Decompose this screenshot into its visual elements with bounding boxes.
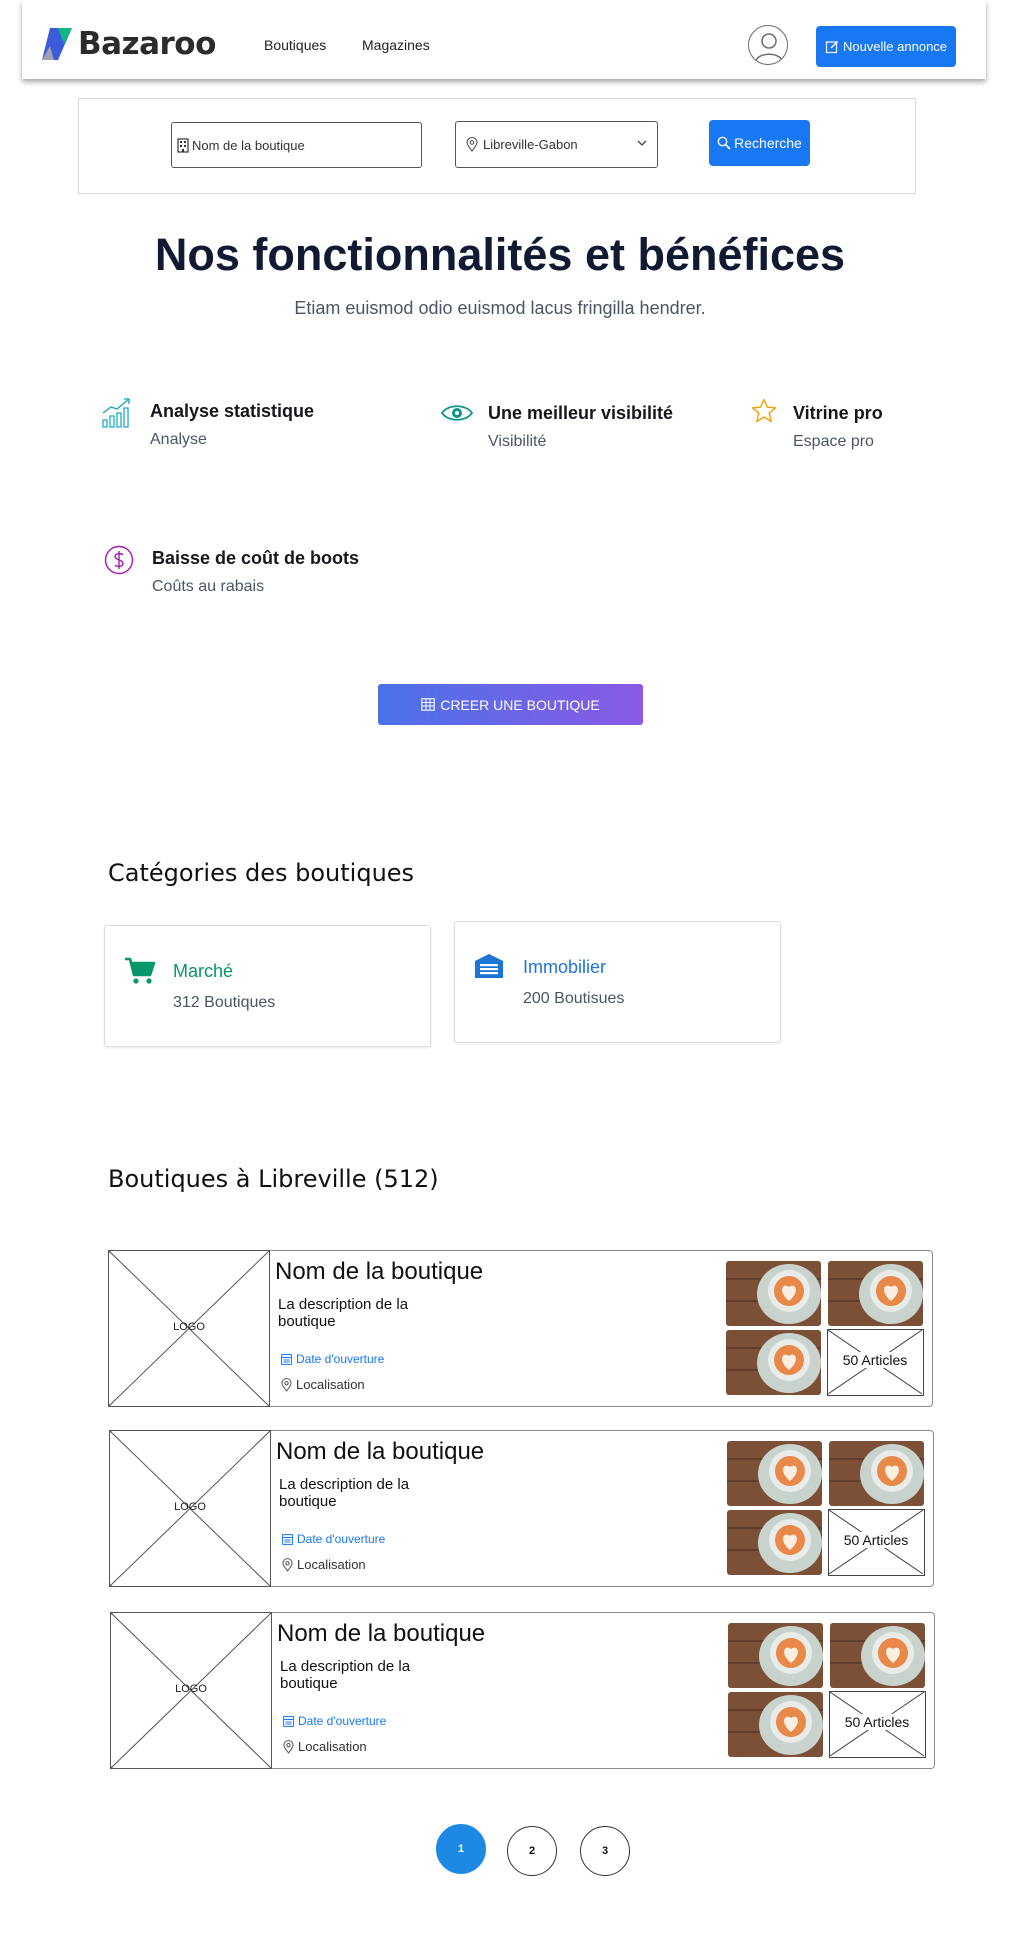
nav-magazines[interactable]: Magazines [362,37,430,53]
create-shop-button[interactable]: CREER UNE BOUTIQUE [378,684,643,725]
category-card-real-estate[interactable]: Immobilier 200 Boutisues [454,921,781,1043]
shop-location-label: Localisation [296,1377,365,1392]
shop-location: Localisation [282,1557,366,1572]
feature-desc: Coûts au rabais [152,578,265,595]
page-button-3[interactable]: 3 [580,1826,630,1876]
feature-title: Vitrine pro [793,403,883,423]
chevron-down-icon [637,140,647,146]
features-subtitle: Etiam euismod odio euismod lacus fringil… [294,298,706,318]
page-button-2[interactable]: 2 [507,1826,557,1876]
search-icon [717,136,731,150]
logo-label: LOGO [175,1683,207,1695]
shop-date-label: Date d'ouverture [297,1532,386,1546]
cart-icon [125,957,156,984]
brand-name: Bazaroo [78,26,216,62]
articles-count-box[interactable]: 50 Articles [829,1691,926,1758]
shop-name: Nom de la boutique [276,1438,485,1465]
feature-title: Analyse statistique [150,401,315,421]
shop-card[interactable]: LOGO Nom de la boutique La description d… [109,1430,934,1587]
categories-title: Catégories des boutiques [108,859,415,887]
search-button[interactable]: Recherche [709,120,810,166]
shop-date-label: Date d'ouverture [298,1714,387,1728]
shop-location-label: Localisation [297,1557,366,1572]
page-button-1[interactable]: 1 [436,1824,486,1874]
coffee-thumbnail[interactable] [727,1441,822,1506]
create-shop-label: CREER UNE BOUTIQUE [440,696,600,713]
articles-count: 50 Articles [841,1352,909,1368]
chart-icon [102,398,130,428]
brand[interactable]: Bazaroo [40,26,216,62]
city-select[interactable]: Libreville-Gabon [455,121,658,168]
calendar-icon [281,1353,292,1365]
shop-card[interactable]: LOGO Nom de la boutique La description d… [110,1612,935,1769]
articles-count-box[interactable]: 50 Articles [827,1329,924,1396]
coffee-thumbnail[interactable] [830,1623,925,1688]
articles-count-box[interactable]: 50 Articles [828,1509,925,1576]
search-panel: Nom de la boutique Libreville-Gabon Rech… [78,98,916,194]
star-icon [751,398,777,423]
shop-date-label: Date d'ouverture [296,1352,385,1366]
shop-logo-placeholder: LOGO [109,1430,271,1587]
shops-title: Boutiques à Libreville (512) [108,1165,439,1193]
eye-icon [441,405,473,421]
new-listing-button[interactable]: Nouvelle annonce [816,26,956,67]
category-name: Immobilier [523,957,607,977]
category-count: 200 Boutisues [523,990,625,1007]
new-listing-label: Nouvelle annonce [842,39,948,54]
shop-card[interactable]: LOGO Nom de la boutique La description d… [108,1250,933,1407]
shop-description: La description de la boutique [280,1658,411,1692]
user-avatar-icon[interactable] [748,25,788,65]
coffee-thumbnail[interactable] [728,1623,823,1688]
shop-opening-date: Date d'ouverture [282,1532,385,1546]
building-icon [475,954,503,978]
shop-name: Nom de la boutique [275,1258,484,1285]
location-pin-icon [283,1739,294,1754]
feature-desc: Espace pro [793,433,874,450]
feature-desc: Analyse [150,431,207,448]
features-title: Nos fonctionnalités et bénéfices [154,229,846,280]
search-button-label: Recherche [734,135,802,151]
feature-title: Baisse de coût de boots [152,548,360,568]
shop-name-input[interactable]: Nom de la boutique [171,122,422,168]
logo-label: LOGO [173,1321,205,1333]
shop-opening-date: Date d'ouverture [283,1714,386,1728]
nav-boutiques[interactable]: Boutiques [264,37,326,53]
shop-name-placeholder: Nom de la boutique [192,137,305,153]
articles-count: 50 Articles [843,1714,911,1730]
calendar-icon [283,1715,294,1727]
coffee-thumbnail[interactable] [727,1510,822,1575]
coffee-thumbnail[interactable] [728,1692,823,1757]
coffee-thumbnail[interactable] [726,1261,821,1326]
shop-opening-date: Date d'ouverture [281,1352,384,1366]
feature-desc: Visibilité [488,433,547,450]
brand-logo-icon [42,28,72,60]
location-pin-icon [282,1557,293,1572]
logo-label: LOGO [174,1501,206,1513]
shop-location: Localisation [283,1739,367,1754]
category-name: Marché [173,961,234,981]
coffee-thumbnail[interactable] [726,1330,821,1395]
feature-title: Une meilleur visibilité [488,403,674,423]
edit-icon [825,40,838,53]
shop-description: La description de la boutique [278,1296,409,1330]
calendar-icon [282,1533,293,1545]
shop-name: Nom de la boutique [277,1620,486,1647]
top-navbar: Bazaroo Boutiques Magazines Nouvelle ann… [22,0,986,79]
location-pin-icon [281,1377,292,1392]
category-count: 312 Boutiques [173,994,276,1011]
shop-location-label: Localisation [298,1739,367,1754]
building-icon [421,698,436,711]
shop-description: La description de la boutique [279,1476,410,1510]
shop-logo-placeholder: LOGO [110,1612,272,1769]
city-value: Libreville-Gabon [483,137,578,152]
coffee-thumbnail[interactable] [828,1261,923,1326]
category-card-market[interactable]: Marché 312 Boutiques [104,925,431,1047]
coffee-thumbnail[interactable] [829,1441,924,1506]
building-small-icon [177,137,189,153]
shop-location: Localisation [281,1377,365,1392]
location-pin-icon [466,137,478,152]
shop-logo-placeholder: LOGO [108,1250,270,1407]
articles-count: 50 Articles [842,1532,910,1548]
dollar-icon [104,545,134,575]
